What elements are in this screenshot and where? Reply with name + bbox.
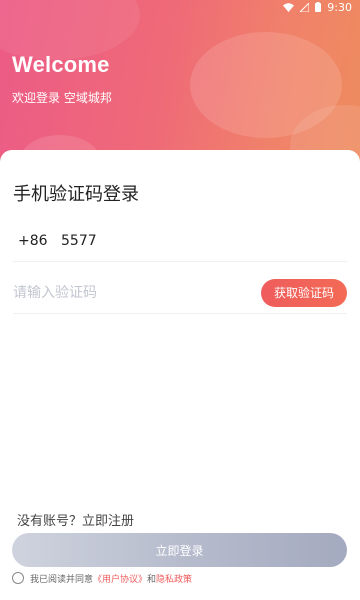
- verification-code-input[interactable]: [13, 284, 213, 301]
- battery-icon: [315, 2, 322, 12]
- register-link[interactable]: 没有账号？立即注册: [17, 510, 134, 529]
- wifi-icon: [283, 2, 295, 12]
- signal-icon: [300, 2, 310, 12]
- agreement-prefix: 我已阅读并同意: [30, 574, 94, 585]
- status-time: 9:30: [327, 0, 352, 14]
- phone-field[interactable]: +86 5577: [13, 220, 347, 262]
- login-card: 手机验证码登录 +86 5577 获取验证码 没有账号？立即注册 立即登录 我已…: [0, 150, 360, 600]
- login-title: 手机验证码登录: [13, 184, 139, 205]
- agreement-and: 和: [147, 574, 157, 585]
- welcome-subtitle: 欢迎登录 空域城邦: [12, 91, 112, 105]
- agreement-row: 我已阅读并同意 《用户协议》 和 隐私政策: [12, 570, 192, 586]
- code-field: 获取验证码: [13, 272, 347, 314]
- country-code[interactable]: +86: [13, 233, 61, 249]
- welcome-title: Welcome: [12, 52, 110, 77]
- agreement-checkbox[interactable]: [12, 572, 24, 584]
- phone-input[interactable]: 5577: [61, 233, 97, 249]
- header-banner: 9:30 Welcome 欢迎登录 空域城邦: [0, 0, 360, 170]
- get-code-button[interactable]: 获取验证码: [261, 278, 347, 307]
- privacy-policy-link[interactable]: 隐私政策: [156, 572, 192, 585]
- user-agreement-link[interactable]: 《用户协议》: [93, 572, 147, 585]
- status-bar: 9:30: [0, 0, 360, 14]
- login-button[interactable]: 立即登录: [12, 533, 347, 567]
